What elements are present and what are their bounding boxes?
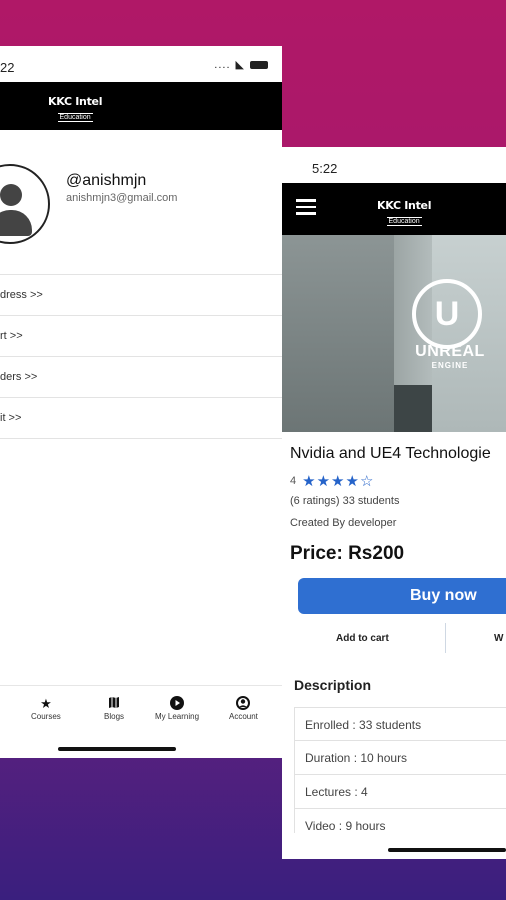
- rating-row: 4 ★★★★☆: [290, 472, 374, 490]
- logo-text: KKC Intel: [48, 95, 103, 108]
- app-bar: KKC Intel Education: [0, 82, 282, 130]
- home-indicator: [58, 747, 176, 751]
- rating-value: 4: [290, 475, 297, 487]
- menu-item-logout[interactable]: it >>: [0, 398, 282, 439]
- status-time: 5:22: [312, 161, 338, 176]
- course-price: Price: Rs200: [290, 543, 405, 564]
- info-enrolled: Enrolled : 33 students: [294, 707, 506, 741]
- account-icon: [229, 696, 258, 710]
- status-bar: 22 .... ◣: [0, 46, 282, 82]
- tab-my-learning[interactable]: My Learning: [155, 696, 199, 721]
- logo-subtext: Education: [57, 113, 93, 122]
- star-outline-icon: ☆: [359, 473, 375, 490]
- menu-item-orders[interactable]: ders >>: [0, 357, 282, 398]
- ratings-count: (6 ratings) 33 students: [290, 495, 400, 507]
- hero-brand: UNREAL ENGINE: [400, 343, 500, 370]
- username: @anishmjn: [66, 172, 147, 189]
- hero-brand-subtext: ENGINE: [431, 361, 469, 370]
- buy-now-button[interactable]: Buy now: [298, 578, 506, 614]
- menu-item-address[interactable]: dress >>: [0, 275, 282, 316]
- star-icon: ★: [302, 473, 317, 490]
- description-title: Description: [294, 677, 372, 693]
- tab-label: My Learning: [155, 712, 200, 721]
- user-email: anishmjn3@gmail.com: [66, 192, 178, 204]
- account-screen: 22 .... ◣ KKC Intel Education @anishmjn …: [0, 46, 282, 758]
- star-icon: ★: [40, 696, 52, 711]
- tab-label: Courses: [31, 712, 61, 721]
- info-duration: Duration : 10 hours: [294, 741, 506, 775]
- star-icon: ★: [331, 473, 346, 490]
- logo-text: KKC Intel: [377, 199, 432, 212]
- tab-label: Account: [229, 712, 258, 721]
- status-bar: 5:22: [282, 147, 506, 183]
- profile-header: @anishmjn anishmjn3@gmail.com: [0, 130, 282, 275]
- status-icons: .... ◣: [214, 58, 268, 71]
- home-indicator: [388, 848, 506, 852]
- divider: [445, 623, 446, 653]
- app-logo: KKC Intel Education: [377, 200, 431, 227]
- course-hero-image: U UNREAL ENGINE: [282, 235, 506, 432]
- wifi-icon: ◣: [235, 59, 245, 71]
- tab-account[interactable]: Account: [229, 696, 258, 721]
- tab-courses[interactable]: ★ Courses: [31, 696, 61, 721]
- avatar[interactable]: [0, 164, 50, 244]
- play-icon: [155, 696, 199, 710]
- info-video: Video : 9 hours: [294, 809, 506, 833]
- wishlist-button[interactable]: W: [494, 633, 503, 644]
- status-time: 22: [0, 60, 15, 75]
- rating-stars: ★★★★☆: [302, 472, 374, 490]
- bottom-nav: ★ Courses Blogs My Learning Account: [0, 685, 282, 731]
- menu-item-cart[interactable]: rt >>: [0, 316, 282, 357]
- tab-blogs[interactable]: Blogs: [104, 696, 124, 721]
- map-icon: [104, 696, 124, 710]
- info-lectures: Lectures : 4: [294, 775, 506, 809]
- battery-icon: [250, 60, 268, 69]
- star-icon: ★: [316, 473, 332, 490]
- hero-brand-text: UNREAL: [415, 343, 485, 360]
- logo-subtext: Education: [386, 217, 422, 226]
- menu-icon[interactable]: [296, 199, 316, 219]
- course-detail-screen: 5:22 KKC Intel Education U UNREAL ENGINE…: [282, 147, 506, 859]
- app-bar: KKC Intel Education: [282, 183, 506, 235]
- created-by: Created By developer: [290, 517, 397, 529]
- tab-label: Blogs: [104, 712, 125, 721]
- add-to-cart-button[interactable]: Add to cart: [336, 633, 389, 644]
- course-title: Nvidia and UE4 Technologie: [290, 445, 491, 462]
- app-logo: KKC Intel Education: [48, 96, 102, 123]
- star-icon: ★: [345, 473, 360, 490]
- unreal-logo-icon: U: [412, 279, 482, 349]
- signal-icon: ....: [214, 58, 231, 71]
